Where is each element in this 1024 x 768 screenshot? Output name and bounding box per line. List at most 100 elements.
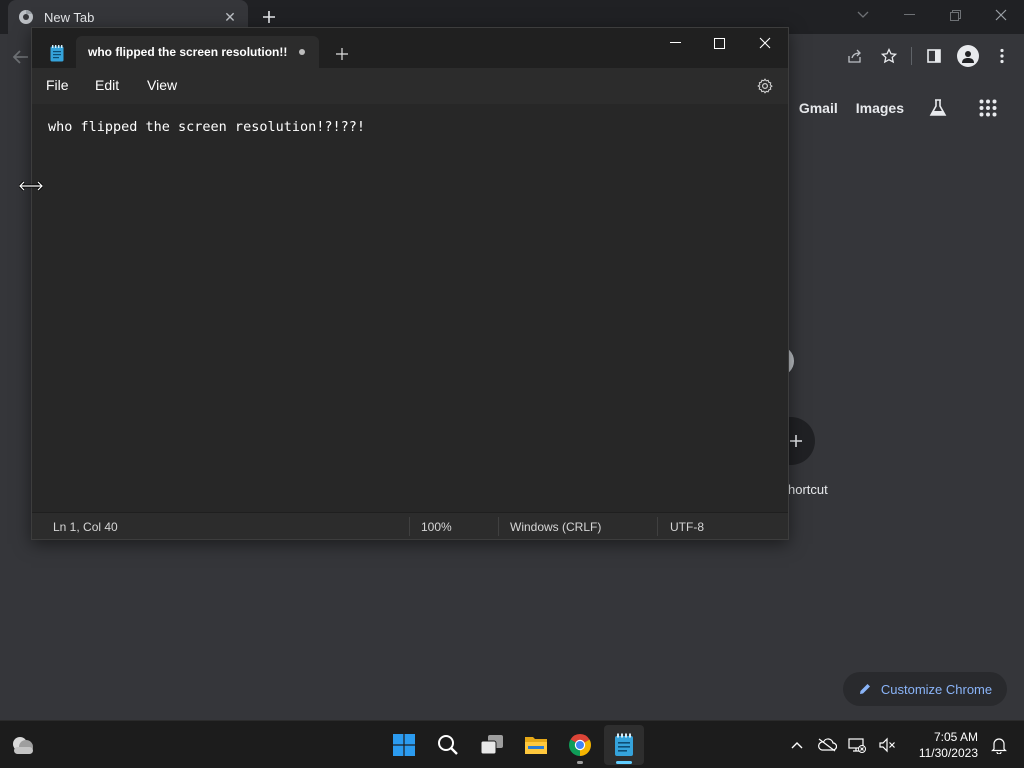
pencil-icon — [859, 684, 870, 694]
gear-icon — [757, 78, 773, 94]
task-view-icon — [480, 735, 503, 755]
add-shortcut-label: hortcut — [788, 482, 828, 497]
system-tray: 7:05 AM 11/30/2023 — [782, 721, 1024, 768]
close-icon — [995, 9, 1007, 21]
menu-view[interactable]: View — [147, 77, 177, 93]
onedrive-button[interactable] — [812, 730, 842, 760]
avatar — [957, 45, 979, 67]
status-zoom: 100% — [421, 520, 452, 534]
network-disconnected-icon — [848, 738, 866, 753]
share-icon — [848, 49, 861, 63]
notepad-minimize-button[interactable] — [652, 28, 698, 58]
volume-button[interactable] — [872, 730, 902, 760]
close-icon — [759, 37, 771, 49]
notepad-tab[interactable]: who flipped the screen resolution!! — [76, 36, 319, 68]
customize-chrome-button[interactable]: Customize Chrome — [843, 672, 1007, 706]
task-view-button[interactable] — [472, 725, 512, 765]
chrome-tab-search-button[interactable] — [840, 0, 886, 30]
weather-cloud-icon — [13, 737, 33, 754]
side-panel-icon — [927, 49, 941, 63]
notepad-app-icon — [50, 45, 64, 62]
images-link[interactable]: Images — [856, 100, 904, 116]
text-editor[interactable]: who flipped the screen resolution!?!??! — [32, 104, 788, 511]
running-indicator — [577, 761, 583, 764]
maximize-icon — [713, 37, 725, 49]
new-tab-button[interactable] — [258, 6, 280, 28]
plus-icon — [336, 48, 348, 60]
status-cursor-position: Ln 1, Col 40 — [53, 520, 118, 534]
resize-horizontal-cursor-icon — [19, 180, 43, 192]
settings-button[interactable] — [754, 75, 776, 97]
notepad-new-tab-button[interactable] — [328, 41, 356, 67]
widgets-button[interactable] — [10, 733, 36, 757]
chrome-menu-button[interactable] — [988, 42, 1016, 70]
notepad-icon — [615, 733, 633, 756]
share-button[interactable] — [841, 42, 869, 70]
notepad-close-button[interactable] — [742, 28, 788, 58]
ntp-header: Gmail Images — [799, 92, 1004, 124]
status-bar: Ln 1, Col 40 100% Windows (CRLF) UTF-8 — [32, 512, 788, 539]
minimize-icon — [669, 42, 681, 43]
restore-icon — [949, 9, 961, 21]
gmail-link[interactable]: Gmail — [799, 100, 838, 116]
more-vert-icon — [1000, 48, 1004, 64]
apps-grid-icon — [979, 99, 997, 117]
bookmark-button[interactable] — [875, 42, 903, 70]
chrome-toolbar-actions — [841, 42, 1016, 70]
chrome-logo-icon — [569, 734, 591, 756]
status-line-ending: Windows (CRLF) — [510, 520, 602, 534]
notepad-taskbar-button[interactable] — [604, 725, 644, 765]
chrome-restore-button[interactable] — [932, 0, 978, 30]
chevron-down-icon — [857, 11, 869, 18]
taskbar-apps — [384, 725, 644, 765]
cloud-offline-icon — [818, 738, 837, 752]
status-divider — [498, 517, 499, 536]
notifications-button[interactable] — [984, 730, 1014, 760]
clock-time: 7:05 AM — [933, 730, 978, 744]
customize-chrome-label: Customize Chrome — [880, 681, 993, 697]
unsaved-indicator-icon[interactable] — [299, 49, 305, 55]
plus-icon — [263, 11, 275, 23]
status-divider — [657, 517, 658, 536]
minimize-icon — [903, 14, 915, 15]
active-app-indicator — [616, 761, 632, 764]
close-tab-icon[interactable]: ✕ — [222, 9, 238, 25]
toolbar-separator — [911, 47, 912, 65]
notepad-window: who flipped the screen resolution!! File… — [31, 27, 789, 540]
editor-content[interactable]: who flipped the screen resolution!?!??! — [48, 119, 788, 135]
windows-logo-icon — [393, 734, 415, 756]
chrome-close-button[interactable] — [978, 0, 1024, 30]
clock-date: 11/30/2023 — [918, 746, 978, 760]
plus-icon — [790, 435, 802, 447]
folder-icon — [525, 737, 547, 754]
notepad-titlebar[interactable]: who flipped the screen resolution!! — [32, 28, 788, 68]
notepad-maximize-button[interactable] — [696, 28, 742, 58]
chrome-taskbar-button[interactable] — [560, 725, 600, 765]
notepad-menubar: File Edit View — [32, 68, 788, 104]
network-button[interactable] — [842, 730, 872, 760]
bell-icon — [991, 738, 1007, 754]
arrow-left-icon — [13, 50, 28, 64]
flask-icon — [929, 99, 947, 116]
show-hidden-icons-button[interactable] — [782, 730, 812, 760]
labs-button[interactable] — [922, 92, 954, 124]
taskbar: 7:05 AM 11/30/2023 — [0, 720, 1024, 768]
taskbar-clock[interactable]: 7:05 AM 11/30/2023 — [902, 729, 978, 761]
chrome-minimize-button[interactable] — [886, 0, 932, 30]
profile-button[interactable] — [954, 42, 982, 70]
search-icon — [438, 735, 458, 755]
taskbar-search-button[interactable] — [428, 725, 468, 765]
start-button[interactable] — [384, 725, 424, 765]
menu-edit[interactable]: Edit — [95, 77, 119, 93]
file-explorer-button[interactable] — [516, 725, 556, 765]
star-icon — [881, 48, 897, 64]
speaker-muted-icon — [879, 737, 895, 753]
chevron-up-icon — [791, 742, 803, 749]
side-panel-button[interactable] — [920, 42, 948, 70]
chrome-favicon-icon — [19, 10, 33, 24]
status-encoding: UTF-8 — [670, 520, 704, 534]
chrome-window-controls — [840, 0, 1024, 34]
apps-button[interactable] — [972, 92, 1004, 124]
menu-file[interactable]: File — [46, 77, 69, 93]
chrome-tab-title: New Tab — [44, 9, 95, 25]
